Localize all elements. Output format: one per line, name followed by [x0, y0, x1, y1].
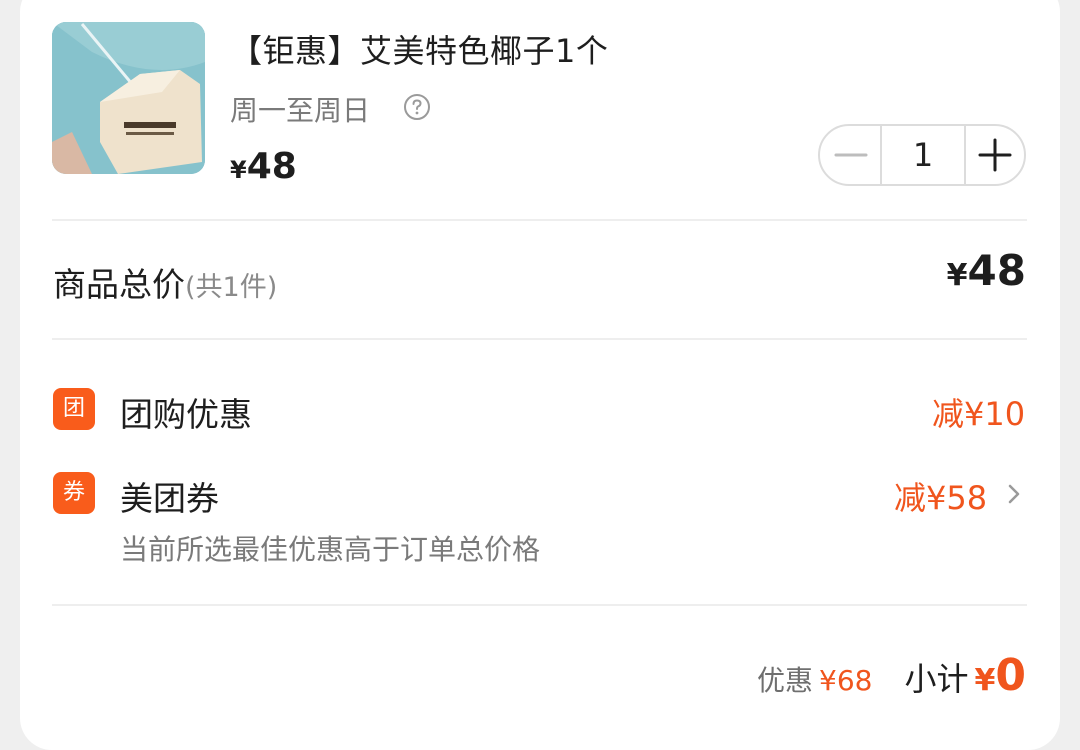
subtotal-label: 小计 [904, 660, 969, 698]
increase-button[interactable] [966, 126, 1024, 184]
group-buy-badge: 团 [53, 388, 95, 430]
item-count: (共1件) [185, 272, 278, 303]
coupon-badge: 券 [53, 472, 95, 514]
discount-value: ¥68 [819, 664, 873, 697]
coupon-label[interactable]: 美团券 [120, 472, 219, 520]
product-schedule: 周一至周日 [230, 94, 371, 127]
chevron-right-icon[interactable] [1005, 482, 1023, 506]
plus-icon [978, 138, 1012, 172]
order-footer: 优惠 ¥68 小计 ¥0 [757, 650, 1026, 701]
group-buy-discount: 减¥10 [932, 395, 1026, 433]
product-image[interactable] [52, 22, 205, 174]
total-price-currency: ¥ [946, 258, 968, 293]
minus-icon [834, 153, 868, 157]
discount-label: 优惠 [757, 664, 814, 697]
product-price-currency: ¥ [230, 156, 247, 184]
total-price-amount: 48 [967, 246, 1026, 295]
question-circle-icon[interactable] [403, 93, 431, 121]
divider [52, 219, 1027, 221]
divider [52, 338, 1027, 340]
decrease-button[interactable] [820, 126, 880, 184]
total-price-label: 商品总价(共1件) [53, 258, 277, 306]
coupon-discount[interactable]: 减¥58 [894, 473, 987, 519]
quantity-value[interactable]: 1 [880, 126, 966, 184]
group-buy-label: 团购优惠 [120, 395, 252, 434]
subtotal-currency: ¥ [974, 663, 996, 698]
quantity-stepper: 1 [818, 124, 1026, 186]
subtotal-value: 0 [995, 650, 1026, 701]
product-price: ¥48 [230, 146, 297, 187]
total-price: ¥48 [947, 246, 1026, 295]
divider [52, 604, 1027, 606]
total-price-title: 商品总价 [53, 265, 185, 304]
product-price-amount: 48 [246, 146, 297, 187]
coupon-note: 当前所选最佳优惠高于订单总价格 [120, 533, 541, 566]
product-title: 【钜惠】艾美特色椰子1个 [230, 32, 609, 70]
